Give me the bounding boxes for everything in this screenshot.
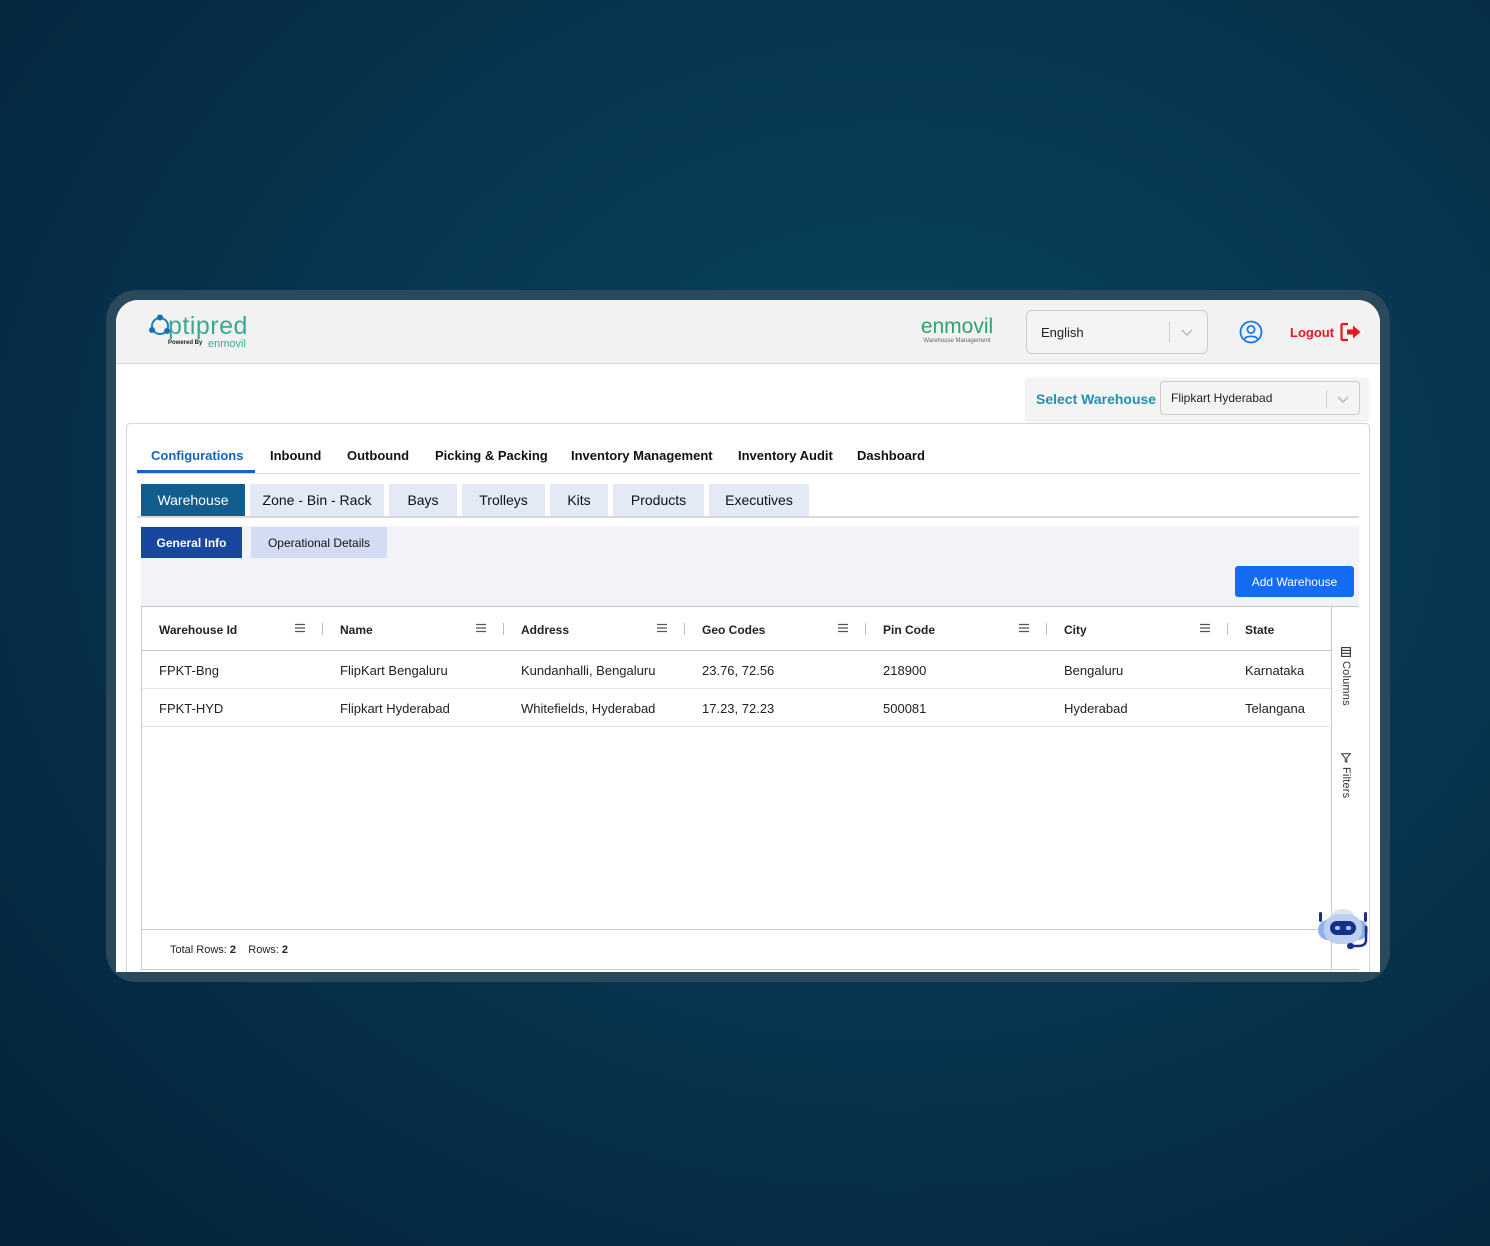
logo-powered-brand: enmovil	[208, 338, 246, 350]
warehouse-toolbar: General Info Operational Details Add War…	[141, 526, 1359, 606]
cell-state: Karnataka	[1245, 663, 1305, 678]
logout-label: Logout	[1290, 324, 1335, 340]
tab-dashboard[interactable]: Dashboard	[857, 448, 925, 463]
subtab-products[interactable]: Products	[613, 484, 704, 516]
column-state[interactable]: State	[1228, 607, 1331, 651]
columns-label: Columns	[1340, 661, 1352, 706]
column-address[interactable]: Address	[504, 607, 685, 651]
table-row[interactable]: FPKT-Bng FlipKart Bengaluru Kundanhalli,…	[142, 651, 1331, 689]
cell-pin-code: 500081	[883, 701, 927, 716]
subtab-bays[interactable]: Bays	[389, 484, 457, 516]
brand-tagline: Warehouse Management	[923, 338, 991, 344]
warehouse-select-separator	[1326, 390, 1327, 408]
brand-name: enmovil	[920, 315, 994, 338]
column-city[interactable]: City	[1047, 607, 1228, 651]
cell-pin-code: 218900	[883, 663, 927, 678]
column-title: Geo Codes	[702, 623, 766, 637]
filter-icon	[1341, 753, 1351, 763]
column-title: City	[1064, 623, 1087, 637]
language-select[interactable]: English	[1026, 310, 1208, 354]
rows-value: 2	[281, 944, 289, 956]
warehouse-table: Warehouse Id Name Address Geo Codes Pin …	[141, 606, 1359, 970]
tab-general-info[interactable]: General Info	[141, 527, 242, 558]
subtab-kits[interactable]: Kits	[550, 484, 608, 516]
main-tabs: Configurations Inbound Outbound Picking …	[137, 440, 1359, 474]
cell-address: Whitefields, Hyderabad	[521, 701, 656, 716]
row-count-summary: Total Rows: 2 Rows: 2	[170, 944, 288, 956]
tab-picking-packing[interactable]: Picking & Packing	[435, 448, 548, 463]
filters-panel-button[interactable]: Filters	[1339, 753, 1353, 798]
cell-city: Bengaluru	[1064, 663, 1124, 678]
enmovil-brand: enmovil Warehouse Management	[916, 315, 998, 345]
rows-label: Rows:	[248, 944, 279, 956]
table-row[interactable]: FPKT-HYD Flipkart Hyderabad Whitefields,…	[142, 689, 1331, 727]
warehouse-select-value: Flipkart Hyderabad	[1171, 391, 1273, 405]
logo-ring-icon	[149, 314, 170, 335]
logo-text: ptipred	[168, 312, 248, 340]
column-warehouse-id[interactable]: Warehouse Id	[142, 607, 323, 651]
column-geo-codes[interactable]: Geo Codes	[685, 607, 866, 651]
tab-operational-details[interactable]: Operational Details	[251, 527, 387, 558]
column-title: Name	[340, 623, 373, 637]
column-title: Pin Code	[883, 623, 936, 637]
warehouse-selector-label: Select Warehouse	[1036, 391, 1157, 407]
subtab-zone-bin-rack[interactable]: Zone - Bin - Rack	[250, 484, 384, 516]
chevron-down-icon[interactable]	[1335, 391, 1351, 407]
chatbot-assistant-icon[interactable]	[1314, 906, 1372, 954]
app-screen: ptipred Powered By enmovil enmovil Wareh…	[116, 300, 1380, 972]
content-panel: Configurations Inbound Outbound Picking …	[126, 423, 1370, 972]
columns-panel-button[interactable]: Columns	[1339, 647, 1353, 706]
warehouse-select[interactable]: Flipkart Hyderabad	[1160, 381, 1360, 415]
tab-inventory-audit[interactable]: Inventory Audit	[738, 448, 833, 463]
tab-inbound[interactable]: Inbound	[270, 448, 321, 463]
sub-tabs: Warehouse Zone - Bin - Rack Bays Trolley…	[137, 482, 1359, 518]
table-header: Warehouse Id Name Address Geo Codes Pin …	[142, 607, 1331, 651]
column-menu-icon[interactable]	[1018, 623, 1030, 633]
column-menu-icon[interactable]	[656, 623, 668, 633]
column-menu-icon[interactable]	[475, 623, 487, 633]
columns-icon	[1341, 647, 1351, 657]
column-menu-icon[interactable]	[294, 623, 306, 633]
cell-geo-codes: 23.76, 72.56	[702, 663, 775, 678]
column-title: Warehouse Id	[159, 623, 238, 637]
subtab-executives[interactable]: Executives	[709, 484, 809, 516]
logout-icon	[1340, 322, 1361, 342]
total-rows-label: Total Rows:	[170, 944, 227, 956]
active-tab-indicator	[137, 470, 255, 473]
chevron-down-icon[interactable]	[1179, 324, 1195, 340]
total-rows-value: 2	[229, 944, 237, 956]
cell-state: Telangana	[1245, 701, 1305, 716]
subtab-trolleys[interactable]: Trolleys	[462, 484, 545, 516]
column-title: State	[1245, 623, 1275, 637]
language-separator	[1169, 322, 1170, 342]
column-menu-icon[interactable]	[1199, 623, 1211, 633]
logo-powered-by: Powered By	[168, 340, 203, 346]
cell-address: Kundanhalli, Bengaluru	[521, 663, 656, 678]
add-warehouse-button[interactable]: Add Warehouse	[1235, 566, 1354, 597]
column-pin-code[interactable]: Pin Code	[866, 607, 1047, 651]
cell-warehouse-id: FPKT-Bng	[159, 663, 219, 678]
language-value: English	[1041, 325, 1084, 340]
tab-inventory-management[interactable]: Inventory Management	[571, 448, 713, 463]
cell-name: Flipkart Hyderabad	[340, 701, 450, 716]
cell-geo-codes: 17.23, 72.23	[702, 701, 775, 716]
optipred-logo[interactable]: ptipred Powered By enmovil	[149, 312, 270, 356]
cell-warehouse-id: FPKT-HYD	[159, 701, 224, 716]
filters-label: Filters	[1340, 767, 1352, 799]
column-title: Address	[521, 623, 570, 637]
warehouse-selector: Select Warehouse Flipkart Hyderabad	[1026, 378, 1368, 420]
top-bar: ptipred Powered By enmovil enmovil Wareh…	[116, 300, 1380, 364]
column-menu-icon[interactable]	[837, 623, 849, 633]
tab-configurations[interactable]: Configurations	[151, 448, 243, 463]
column-name[interactable]: Name	[323, 607, 504, 651]
tab-outbound[interactable]: Outbound	[347, 448, 409, 463]
cell-name: FlipKart Bengaluru	[340, 663, 448, 678]
subtab-warehouse[interactable]: Warehouse	[141, 484, 245, 516]
cell-city: Hyderabad	[1064, 701, 1128, 716]
logout-button[interactable]: Logout	[1290, 320, 1362, 344]
table-footer: Total Rows: 2 Rows: 2	[142, 929, 1331, 969]
user-profile-icon[interactable]	[1239, 320, 1263, 344]
